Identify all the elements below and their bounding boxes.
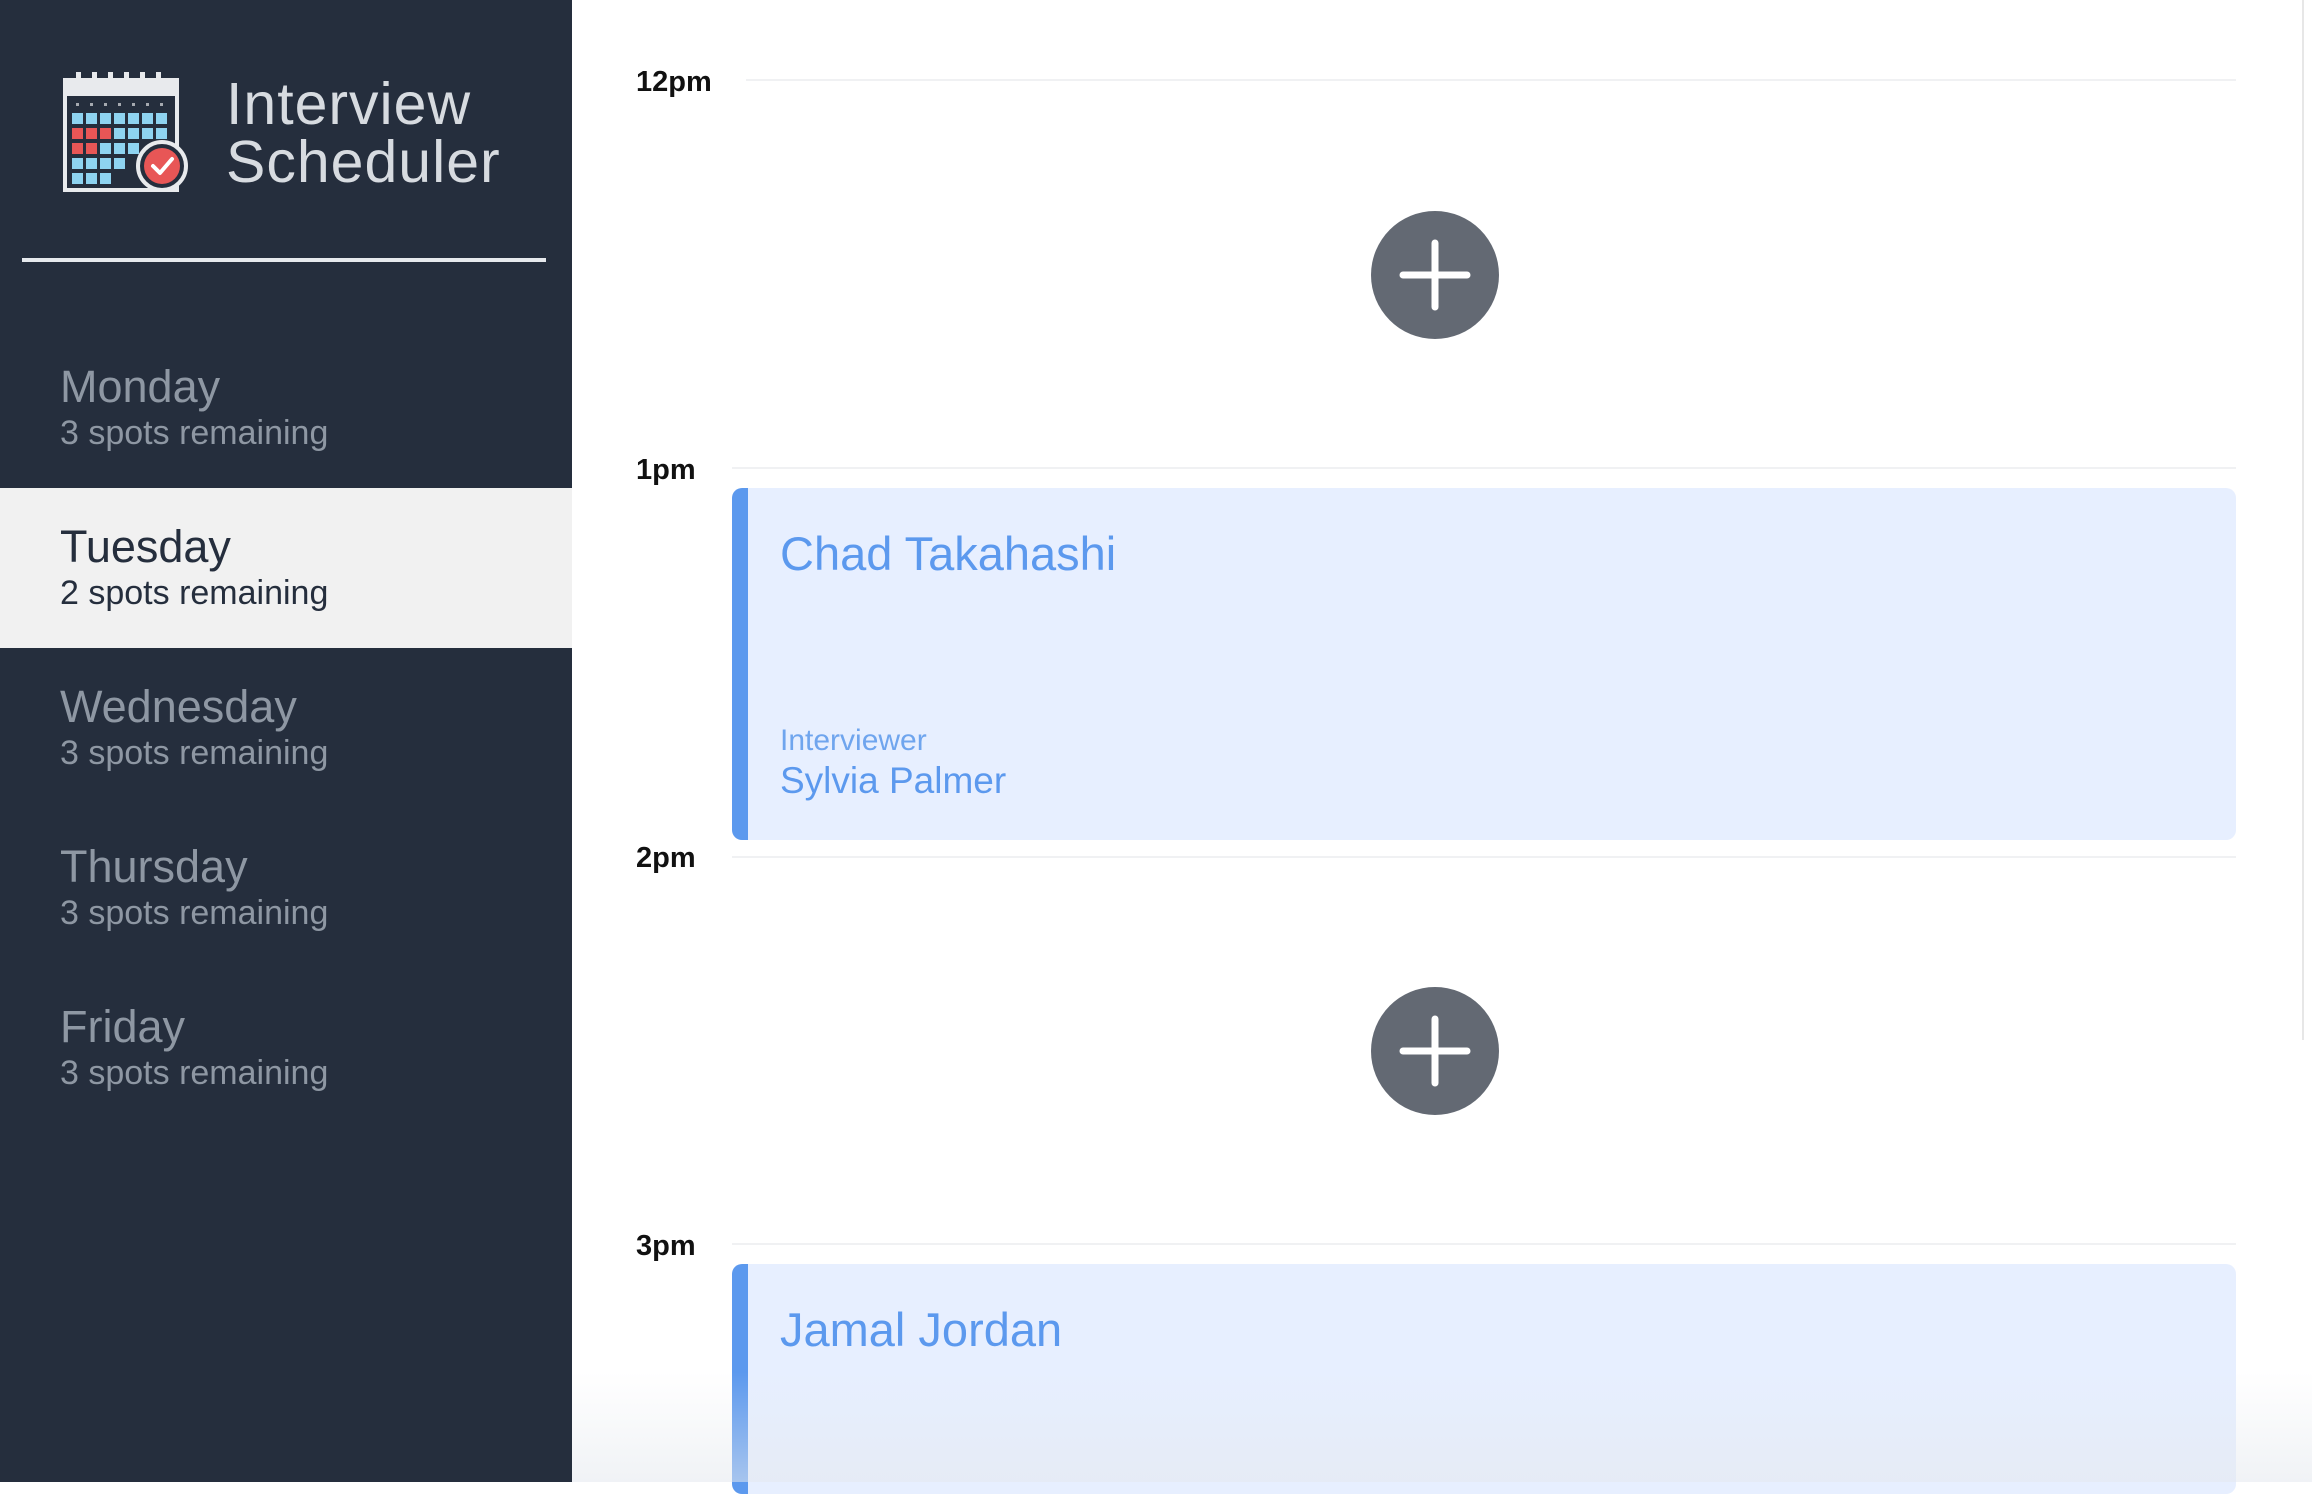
- interviewer-label: Interviewer: [780, 724, 927, 757]
- app-title: Interview Scheduler: [226, 70, 501, 195]
- day-item-thursday[interactable]: Thursday 3 spots remaining: [0, 808, 572, 968]
- day-name: Tuesday: [60, 521, 231, 572]
- student-name: Jamal Jordan: [780, 1303, 1063, 1356]
- day-spots-remaining: 2 spots remaining: [60, 574, 329, 612]
- time-label-2pm: 2pm: [636, 842, 696, 874]
- day-item-wednesday[interactable]: Wednesday 3 spots remaining: [0, 648, 572, 808]
- day-name: Friday: [60, 1001, 186, 1052]
- sidebar: Interview Scheduler Monday 3 spots remai…: [0, 0, 572, 1482]
- day-spots-remaining: 3 spots remaining: [60, 1054, 329, 1092]
- hour-divider: [732, 467, 2236, 469]
- day-name: Wednesday: [60, 681, 297, 732]
- appointment-card[interactable]: Jamal Jordan: [732, 1264, 2236, 1494]
- add-appointment-button[interactable]: [1371, 211, 1499, 339]
- plus-icon: [1399, 239, 1471, 311]
- app-title-line2: Scheduler: [226, 128, 501, 195]
- student-name: Chad Takahashi: [780, 527, 1117, 580]
- interviewer-name: Sylvia Palmer: [780, 760, 1007, 801]
- time-label-12pm: 12pm: [636, 66, 712, 98]
- brand: Interview Scheduler: [62, 70, 501, 195]
- day-item-monday[interactable]: Monday 3 spots remaining: [0, 328, 572, 488]
- hour-divider: [732, 856, 2236, 858]
- schedule-panel: 12pm 1pm Chad Takahashi Interviewer Sylv…: [572, 0, 2312, 1494]
- hour-divider: [732, 1243, 2236, 1245]
- app-title-line1: Interview: [226, 70, 472, 137]
- day-item-friday[interactable]: Friday 3 spots remaining: [0, 968, 572, 1128]
- day-spots-remaining: 3 spots remaining: [60, 894, 329, 932]
- add-appointment-button[interactable]: [1371, 987, 1499, 1115]
- appointment-card[interactable]: Chad Takahashi Interviewer Sylvia Palmer: [732, 488, 2236, 840]
- time-label-3pm: 3pm: [636, 1230, 696, 1262]
- day-list: Monday 3 spots remaining Tuesday 2 spots…: [0, 328, 572, 1128]
- hour-divider: [746, 79, 2236, 81]
- day-item-tuesday[interactable]: Tuesday 2 spots remaining: [0, 488, 572, 648]
- day-spots-remaining: 3 spots remaining: [60, 734, 329, 772]
- day-name: Thursday: [60, 841, 248, 892]
- time-label-1pm: 1pm: [636, 454, 696, 486]
- day-name: Monday: [60, 361, 221, 412]
- plus-icon: [1399, 1015, 1471, 1087]
- sidebar-divider: [22, 258, 546, 262]
- day-spots-remaining: 3 spots remaining: [60, 414, 329, 452]
- calendar-check-icon: [63, 72, 188, 192]
- scrollbar-track[interactable]: [2302, 0, 2304, 1040]
